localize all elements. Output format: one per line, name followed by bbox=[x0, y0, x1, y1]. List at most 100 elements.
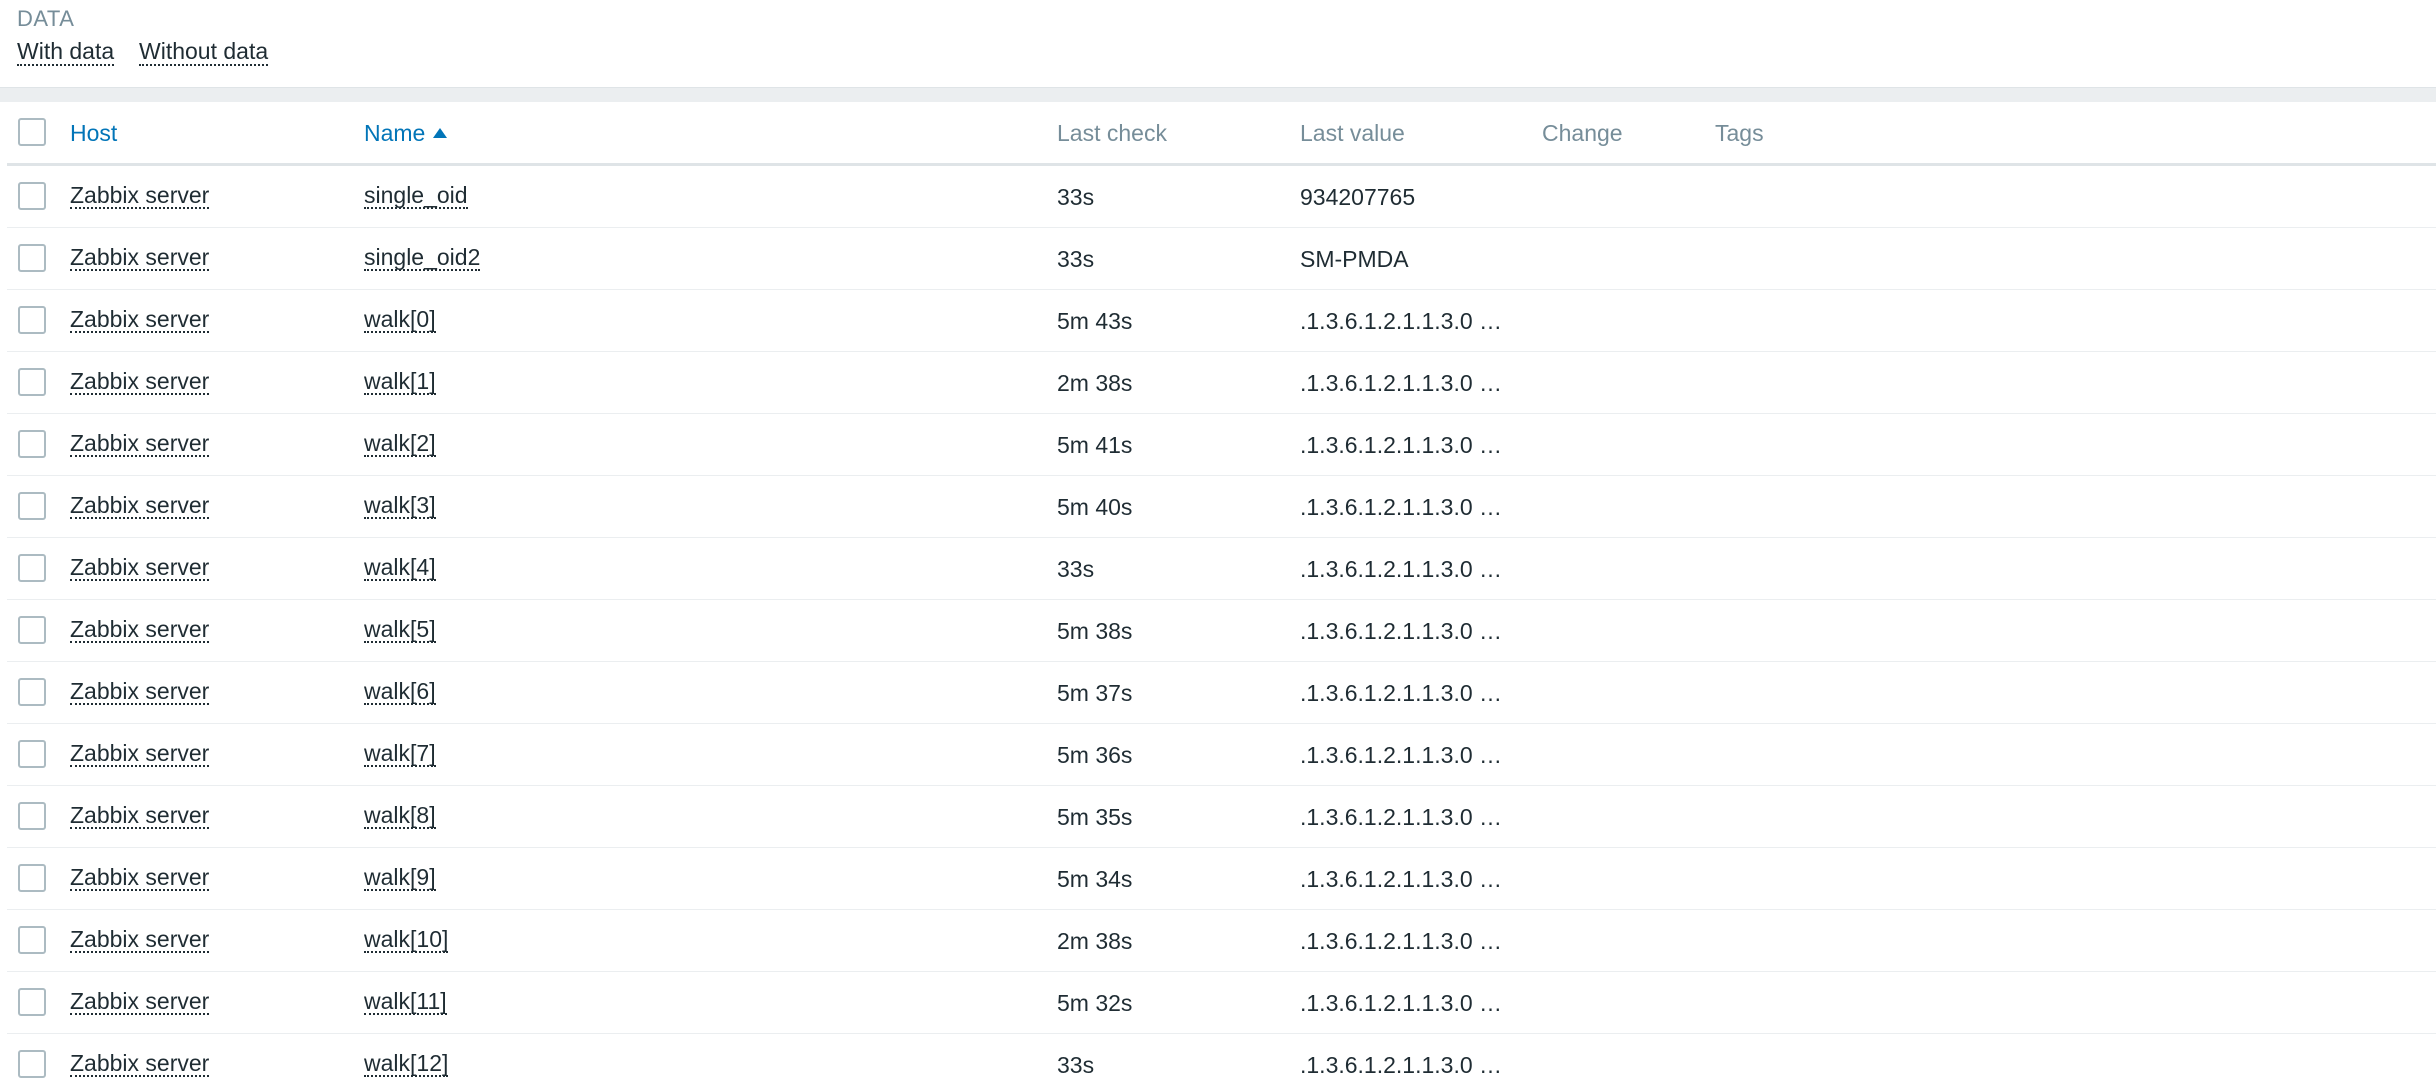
table-row: Zabbix server walk[2] 5m 41s .1.3.6.1.2.1.1… bbox=[7, 414, 2436, 476]
host-link[interactable]: Zabbix server bbox=[70, 617, 210, 643]
select-all-checkbox[interactable] bbox=[18, 118, 46, 146]
last-value-cell: .1.3.6.1.2.1.1.3.0 … bbox=[1300, 742, 1503, 768]
host-link[interactable]: Zabbix server bbox=[70, 245, 210, 271]
host-column-header[interactable]: Host bbox=[70, 119, 117, 147]
sort-ascending-icon bbox=[433, 128, 448, 138]
last-value-cell: .1.3.6.1.2.1.1.3.0 … bbox=[1300, 370, 1503, 396]
host-link[interactable]: Zabbix server bbox=[70, 927, 210, 953]
host-link[interactable]: Zabbix server bbox=[70, 1051, 210, 1077]
last-value-cell: .1.3.6.1.2.1.1.3.0 … bbox=[1300, 990, 1503, 1016]
last-value-cell: .1.3.6.1.2.1.1.3.0 … bbox=[1300, 556, 1503, 582]
item-name-link[interactable]: walk[0] bbox=[364, 307, 436, 333]
row-select-checkbox[interactable] bbox=[18, 244, 46, 272]
last-value-cell: SM-PMDA bbox=[1300, 246, 1409, 272]
row-select-checkbox[interactable] bbox=[18, 1050, 46, 1078]
host-link[interactable]: Zabbix server bbox=[70, 803, 210, 829]
last-check-cell: 5m 35s bbox=[1057, 804, 1133, 830]
last-check-cell: 2m 38s bbox=[1057, 928, 1133, 954]
tags-column-header: Tags bbox=[1715, 120, 1764, 146]
table-row: Zabbix server walk[11] 5m 32s .1.3.6.1.2.1.… bbox=[7, 972, 2436, 1034]
row-select-checkbox[interactable] bbox=[18, 616, 46, 644]
item-name-link[interactable]: single_oid2 bbox=[364, 245, 481, 271]
row-select-checkbox[interactable] bbox=[18, 802, 46, 830]
last-check-cell: 5m 38s bbox=[1057, 618, 1133, 644]
item-name-link[interactable]: walk[5] bbox=[364, 617, 436, 643]
item-name-link[interactable]: walk[8] bbox=[364, 803, 436, 829]
row-select-checkbox[interactable] bbox=[18, 554, 46, 582]
item-name-link[interactable]: walk[3] bbox=[364, 493, 436, 519]
last-value-cell: .1.3.6.1.2.1.1.3.0 … bbox=[1300, 680, 1503, 706]
table-row: Zabbix server walk[5] 5m 38s .1.3.6.1.2.1.1… bbox=[7, 600, 2436, 662]
table-row: Zabbix server walk[4] 33s .1.3.6.1.2.1.1.3.… bbox=[7, 538, 2436, 600]
host-link[interactable]: Zabbix server bbox=[70, 183, 210, 209]
last-value-cell: .1.3.6.1.2.1.1.3.0 … bbox=[1300, 804, 1503, 830]
host-link[interactable]: Zabbix server bbox=[70, 369, 210, 395]
item-name-link[interactable]: walk[11] bbox=[364, 989, 447, 1015]
host-link[interactable]: Zabbix server bbox=[70, 865, 210, 891]
item-name-link[interactable]: walk[9] bbox=[364, 865, 436, 891]
item-name-link[interactable]: walk[7] bbox=[364, 741, 436, 767]
last-check-cell: 5m 36s bbox=[1057, 742, 1133, 768]
row-select-checkbox[interactable] bbox=[18, 864, 46, 892]
row-select-checkbox[interactable] bbox=[18, 926, 46, 954]
table-row: Zabbix server walk[8] 5m 35s .1.3.6.1.2.1.1… bbox=[7, 786, 2436, 848]
row-select-checkbox[interactable] bbox=[18, 430, 46, 458]
item-name-link[interactable]: single_oid bbox=[364, 183, 468, 209]
item-name-link[interactable]: walk[1] bbox=[364, 369, 436, 395]
host-link[interactable]: Zabbix server bbox=[70, 307, 210, 333]
table-row: Zabbix server walk[6] 5m 37s .1.3.6.1.2.1.1… bbox=[7, 662, 2436, 724]
row-select-checkbox[interactable] bbox=[18, 368, 46, 396]
last-check-cell: 5m 34s bbox=[1057, 866, 1133, 892]
item-name-link[interactable]: walk[2] bbox=[364, 431, 436, 457]
last-value-cell: .1.3.6.1.2.1.1.3.0 … bbox=[1300, 308, 1503, 334]
last-check-cell: 2m 38s bbox=[1057, 370, 1133, 396]
last-check-cell: 5m 32s bbox=[1057, 990, 1133, 1016]
last-value-column-header: Last value bbox=[1300, 120, 1405, 146]
data-filter-title: DATA bbox=[17, 6, 75, 31]
host-link[interactable]: Zabbix server bbox=[70, 431, 210, 457]
section-divider bbox=[0, 88, 2436, 102]
last-check-column-header: Last check bbox=[1057, 120, 1167, 146]
last-value-cell: .1.3.6.1.2.1.1.3.0 … bbox=[1300, 618, 1503, 644]
row-select-checkbox[interactable] bbox=[18, 988, 46, 1016]
last-check-cell: 33s bbox=[1057, 1052, 1095, 1078]
filter-without-data-link[interactable]: Without data bbox=[139, 38, 269, 66]
last-check-cell: 33s bbox=[1057, 556, 1095, 582]
last-value-cell: .1.3.6.1.2.1.1.3.0 … bbox=[1300, 928, 1503, 954]
table-row: Zabbix server walk[9] 5m 34s .1.3.6.1.2.1.1… bbox=[7, 848, 2436, 910]
table-row: Zabbix server walk[0] 5m 43s .1.3.6.1.2.1.1… bbox=[7, 290, 2436, 352]
last-check-cell: 33s bbox=[1057, 246, 1095, 272]
host-link[interactable]: Zabbix server bbox=[70, 989, 210, 1015]
last-value-cell: 934207765 bbox=[1300, 184, 1416, 210]
item-name-link[interactable]: walk[10] bbox=[364, 927, 449, 953]
item-name-link[interactable]: walk[4] bbox=[364, 555, 436, 581]
row-select-checkbox[interactable] bbox=[18, 306, 46, 334]
last-check-cell: 5m 37s bbox=[1057, 680, 1133, 706]
name-column-header[interactable]: Name bbox=[364, 119, 448, 147]
filter-with-data-link[interactable]: With data bbox=[17, 38, 115, 66]
last-check-cell: 5m 43s bbox=[1057, 308, 1133, 334]
table-row: Zabbix server single_oid2 33s SM-PMDA bbox=[7, 228, 2436, 290]
host-link[interactable]: Zabbix server bbox=[70, 493, 210, 519]
data-filter-section: DATA With data Without data bbox=[0, 0, 2436, 88]
row-select-checkbox[interactable] bbox=[18, 678, 46, 706]
last-check-cell: 5m 41s bbox=[1057, 432, 1133, 458]
last-value-cell: .1.3.6.1.2.1.1.3.0 … bbox=[1300, 494, 1503, 520]
last-check-cell: 33s bbox=[1057, 184, 1095, 210]
latest-data-table: Host Name Last check Last value Change T… bbox=[7, 102, 2436, 1092]
row-select-checkbox[interactable] bbox=[18, 492, 46, 520]
name-column-label: Name bbox=[364, 120, 426, 146]
host-link[interactable]: Zabbix server bbox=[70, 555, 210, 581]
table-row: Zabbix server walk[10] 2m 38s .1.3.6.1.2.1.… bbox=[7, 910, 2436, 972]
last-value-cell: .1.3.6.1.2.1.1.3.0 … bbox=[1300, 1052, 1503, 1078]
item-name-link[interactable]: walk[6] bbox=[364, 679, 436, 705]
row-select-checkbox[interactable] bbox=[18, 740, 46, 768]
item-name-link[interactable]: walk[12] bbox=[364, 1051, 449, 1077]
host-link[interactable]: Zabbix server bbox=[70, 741, 210, 767]
change-column-header: Change bbox=[1542, 120, 1623, 146]
last-value-cell: .1.3.6.1.2.1.1.3.0 … bbox=[1300, 866, 1503, 892]
host-link[interactable]: Zabbix server bbox=[70, 679, 210, 705]
row-select-checkbox[interactable] bbox=[18, 182, 46, 210]
table-row: Zabbix server walk[3] 5m 40s .1.3.6.1.2.1.1… bbox=[7, 476, 2436, 538]
last-check-cell: 5m 40s bbox=[1057, 494, 1133, 520]
